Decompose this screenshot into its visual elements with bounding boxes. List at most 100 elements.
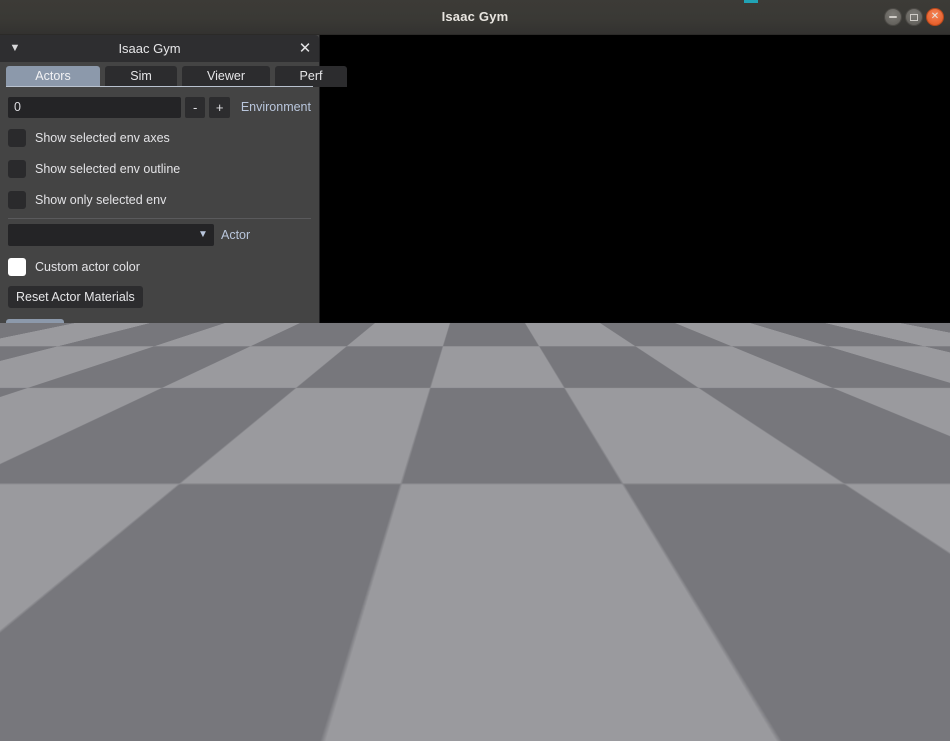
sphere — [465, 534, 478, 546]
sphere — [394, 698, 428, 732]
close-button[interactable]: ✕ — [926, 8, 944, 26]
sphere — [379, 453, 388, 461]
maximize-icon — [910, 13, 918, 21]
sphere — [888, 571, 904, 587]
tab-sim[interactable]: Sim — [105, 66, 177, 87]
sphere — [594, 460, 602, 468]
sphere — [940, 547, 950, 560]
tab-viewer[interactable]: Viewer — [182, 66, 270, 87]
sphere — [385, 522, 397, 533]
environment-input[interactable] — [8, 96, 181, 118]
sphere — [590, 542, 603, 555]
sphere — [852, 502, 862, 513]
sphere — [870, 475, 879, 484]
sphere — [472, 603, 492, 622]
show-only-selected-env-row[interactable]: Show only selected env — [0, 184, 319, 215]
show-env-axes-row[interactable]: Show selected env axes — [0, 122, 319, 153]
environment-decrement-button[interactable]: - — [185, 96, 206, 118]
sphere — [718, 626, 741, 649]
sphere — [781, 418, 788, 426]
sphere — [360, 507, 371, 517]
sphere — [659, 540, 672, 553]
sphere — [776, 650, 802, 676]
sphere — [362, 526, 374, 538]
show-body-indices-checkbox[interactable] — [8, 345, 26, 364]
body-tree-item-ball[interactable]: ▶ ball — [6, 374, 313, 396]
show-env-outline-label: Show selected env outline — [35, 161, 181, 176]
show-body-indices-label: Show body indices — [35, 347, 140, 362]
sphere — [637, 495, 647, 505]
sphere — [620, 598, 639, 617]
sphere — [771, 527, 783, 539]
panel-close-icon[interactable]: ✕ — [291, 41, 319, 56]
sphere — [430, 533, 442, 545]
sphere — [485, 446, 493, 454]
sphere — [430, 570, 446, 586]
sphere — [462, 579, 478, 596]
sphere — [423, 554, 438, 568]
sphere — [362, 493, 372, 503]
sphere — [415, 454, 423, 462]
sphere — [597, 555, 611, 569]
sphere — [345, 518, 356, 529]
show-env-outline-row[interactable]: Show selected env outline — [0, 153, 319, 184]
sphere — [577, 451, 585, 459]
show-env-axes-checkbox[interactable] — [8, 128, 26, 147]
sphere — [680, 509, 690, 520]
reset-actor-materials-button[interactable]: Reset Actor Materials — [8, 286, 143, 308]
actor-select-row: ▼ Actor — [0, 219, 319, 251]
sphere — [700, 647, 726, 673]
sphere — [556, 445, 564, 453]
sphere — [588, 473, 596, 481]
show-body-indices-row[interactable]: Show body indices — [0, 339, 319, 370]
environment-increment-button[interactable]: + — [209, 96, 230, 118]
sphere — [778, 574, 795, 590]
sphere — [923, 625, 946, 648]
sphere — [533, 497, 543, 507]
panel-tabbar: Actors Sim Viewer Perf — [0, 62, 347, 87]
bodies-tabbar: Bodies — [0, 315, 319, 339]
show-env-outline-checkbox[interactable] — [8, 159, 26, 178]
sphere — [833, 597, 852, 616]
sphere — [498, 642, 523, 667]
sphere — [636, 625, 659, 648]
sphere — [516, 447, 524, 455]
sphere — [625, 418, 632, 426]
reset-materials-row: Reset Actor Materials — [0, 282, 319, 312]
sphere — [851, 465, 859, 474]
actor-dropdown[interactable]: ▼ — [8, 224, 214, 246]
sphere — [467, 626, 490, 649]
show-only-selected-env-checkbox[interactable] — [8, 190, 26, 209]
sphere — [816, 483, 825, 493]
sphere — [868, 537, 881, 550]
minimize-icon — [889, 16, 897, 18]
sphere — [727, 600, 747, 619]
os-titlebar: Isaac Gym ✕ — [0, 0, 950, 35]
app-screen: Isaac Gym ✕ CSDN @hongliyu_lvliyu ▼ Isaa… — [0, 0, 950, 741]
maximize-button[interactable] — [905, 8, 923, 26]
sphere — [716, 467, 725, 475]
sphere — [409, 506, 419, 517]
sphere — [407, 592, 425, 610]
tab-actors[interactable]: Actors — [6, 66, 100, 87]
sphere — [786, 460, 794, 468]
sphere — [390, 592, 408, 610]
tab-bodies[interactable]: Bodies — [6, 319, 65, 339]
sphere — [841, 454, 849, 462]
sphere — [770, 508, 780, 518]
sphere — [652, 433, 660, 441]
tab-perf[interactable]: Perf — [275, 66, 347, 87]
sphere — [506, 560, 521, 575]
custom-actor-color-checkbox[interactable] — [8, 257, 26, 276]
expand-triangle-icon[interactable]: ▶ — [6, 380, 36, 390]
sphere — [472, 511, 483, 522]
sphere — [344, 533, 357, 545]
minimize-button[interactable] — [884, 8, 902, 26]
sphere — [572, 494, 582, 504]
custom-actor-color-row[interactable]: Custom actor color — [0, 251, 319, 282]
close-icon: ✕ — [930, 11, 940, 22]
panel-header: ▼ Isaac Gym ✕ — [0, 35, 319, 62]
sphere — [859, 474, 868, 483]
sphere — [758, 512, 769, 523]
sphere — [459, 510, 470, 521]
